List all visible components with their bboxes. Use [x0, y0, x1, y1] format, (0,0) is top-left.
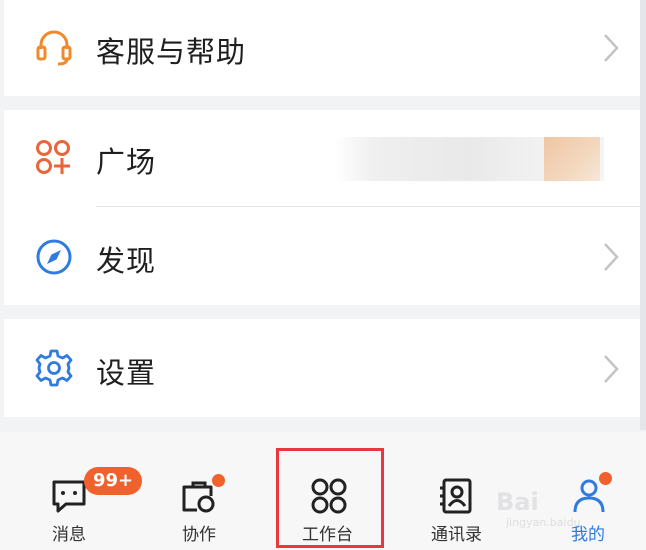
blurred-thumbnail	[544, 137, 600, 181]
tab-label-contacts: 通讯录	[431, 525, 482, 545]
chat-bubble-icon	[52, 480, 86, 513]
gear-icon	[34, 348, 74, 388]
watermark: Bai	[496, 488, 539, 516]
menu-label-discover: 发现	[96, 244, 157, 278]
contact-card-icon	[440, 478, 472, 514]
watermark-subtext: jingyan.baidu	[506, 516, 581, 529]
card-support: 客服与帮助	[4, 0, 640, 96]
card-settings: 设置	[4, 319, 640, 417]
notification-dot	[212, 474, 225, 487]
tab-label-messages: 消息	[52, 525, 86, 545]
menu-label-support: 客服与帮助	[96, 35, 247, 69]
notification-dot	[599, 472, 612, 485]
scroll-edge	[640, 0, 646, 430]
chevron-right-icon	[604, 243, 619, 271]
card-plaza-discover: 广场 发现	[4, 110, 640, 305]
tab-collab[interactable]: 协作	[144, 432, 254, 550]
tab-messages[interactable]: 99+ 消息	[14, 432, 143, 550]
menu-item-discover[interactable]: 发现	[4, 207, 640, 305]
menu-label-settings: 设置	[96, 356, 157, 390]
tab-me[interactable]: 我的	[533, 432, 643, 550]
menu-item-support[interactable]: 客服与帮助	[4, 0, 640, 96]
menu-item-plaza[interactable]: 广场	[4, 110, 640, 206]
headset-icon	[34, 27, 74, 67]
chevron-right-icon	[604, 34, 619, 62]
compass-icon	[34, 237, 74, 277]
menu-label-plaza: 广场	[96, 145, 157, 179]
menu-item-settings[interactable]: 设置	[4, 319, 640, 417]
apps-plus-icon	[34, 138, 74, 178]
tab-label-collab: 协作	[182, 525, 216, 545]
unread-badge: 99+	[84, 467, 143, 495]
highlight-box	[276, 448, 384, 548]
chevron-right-icon	[604, 355, 619, 383]
